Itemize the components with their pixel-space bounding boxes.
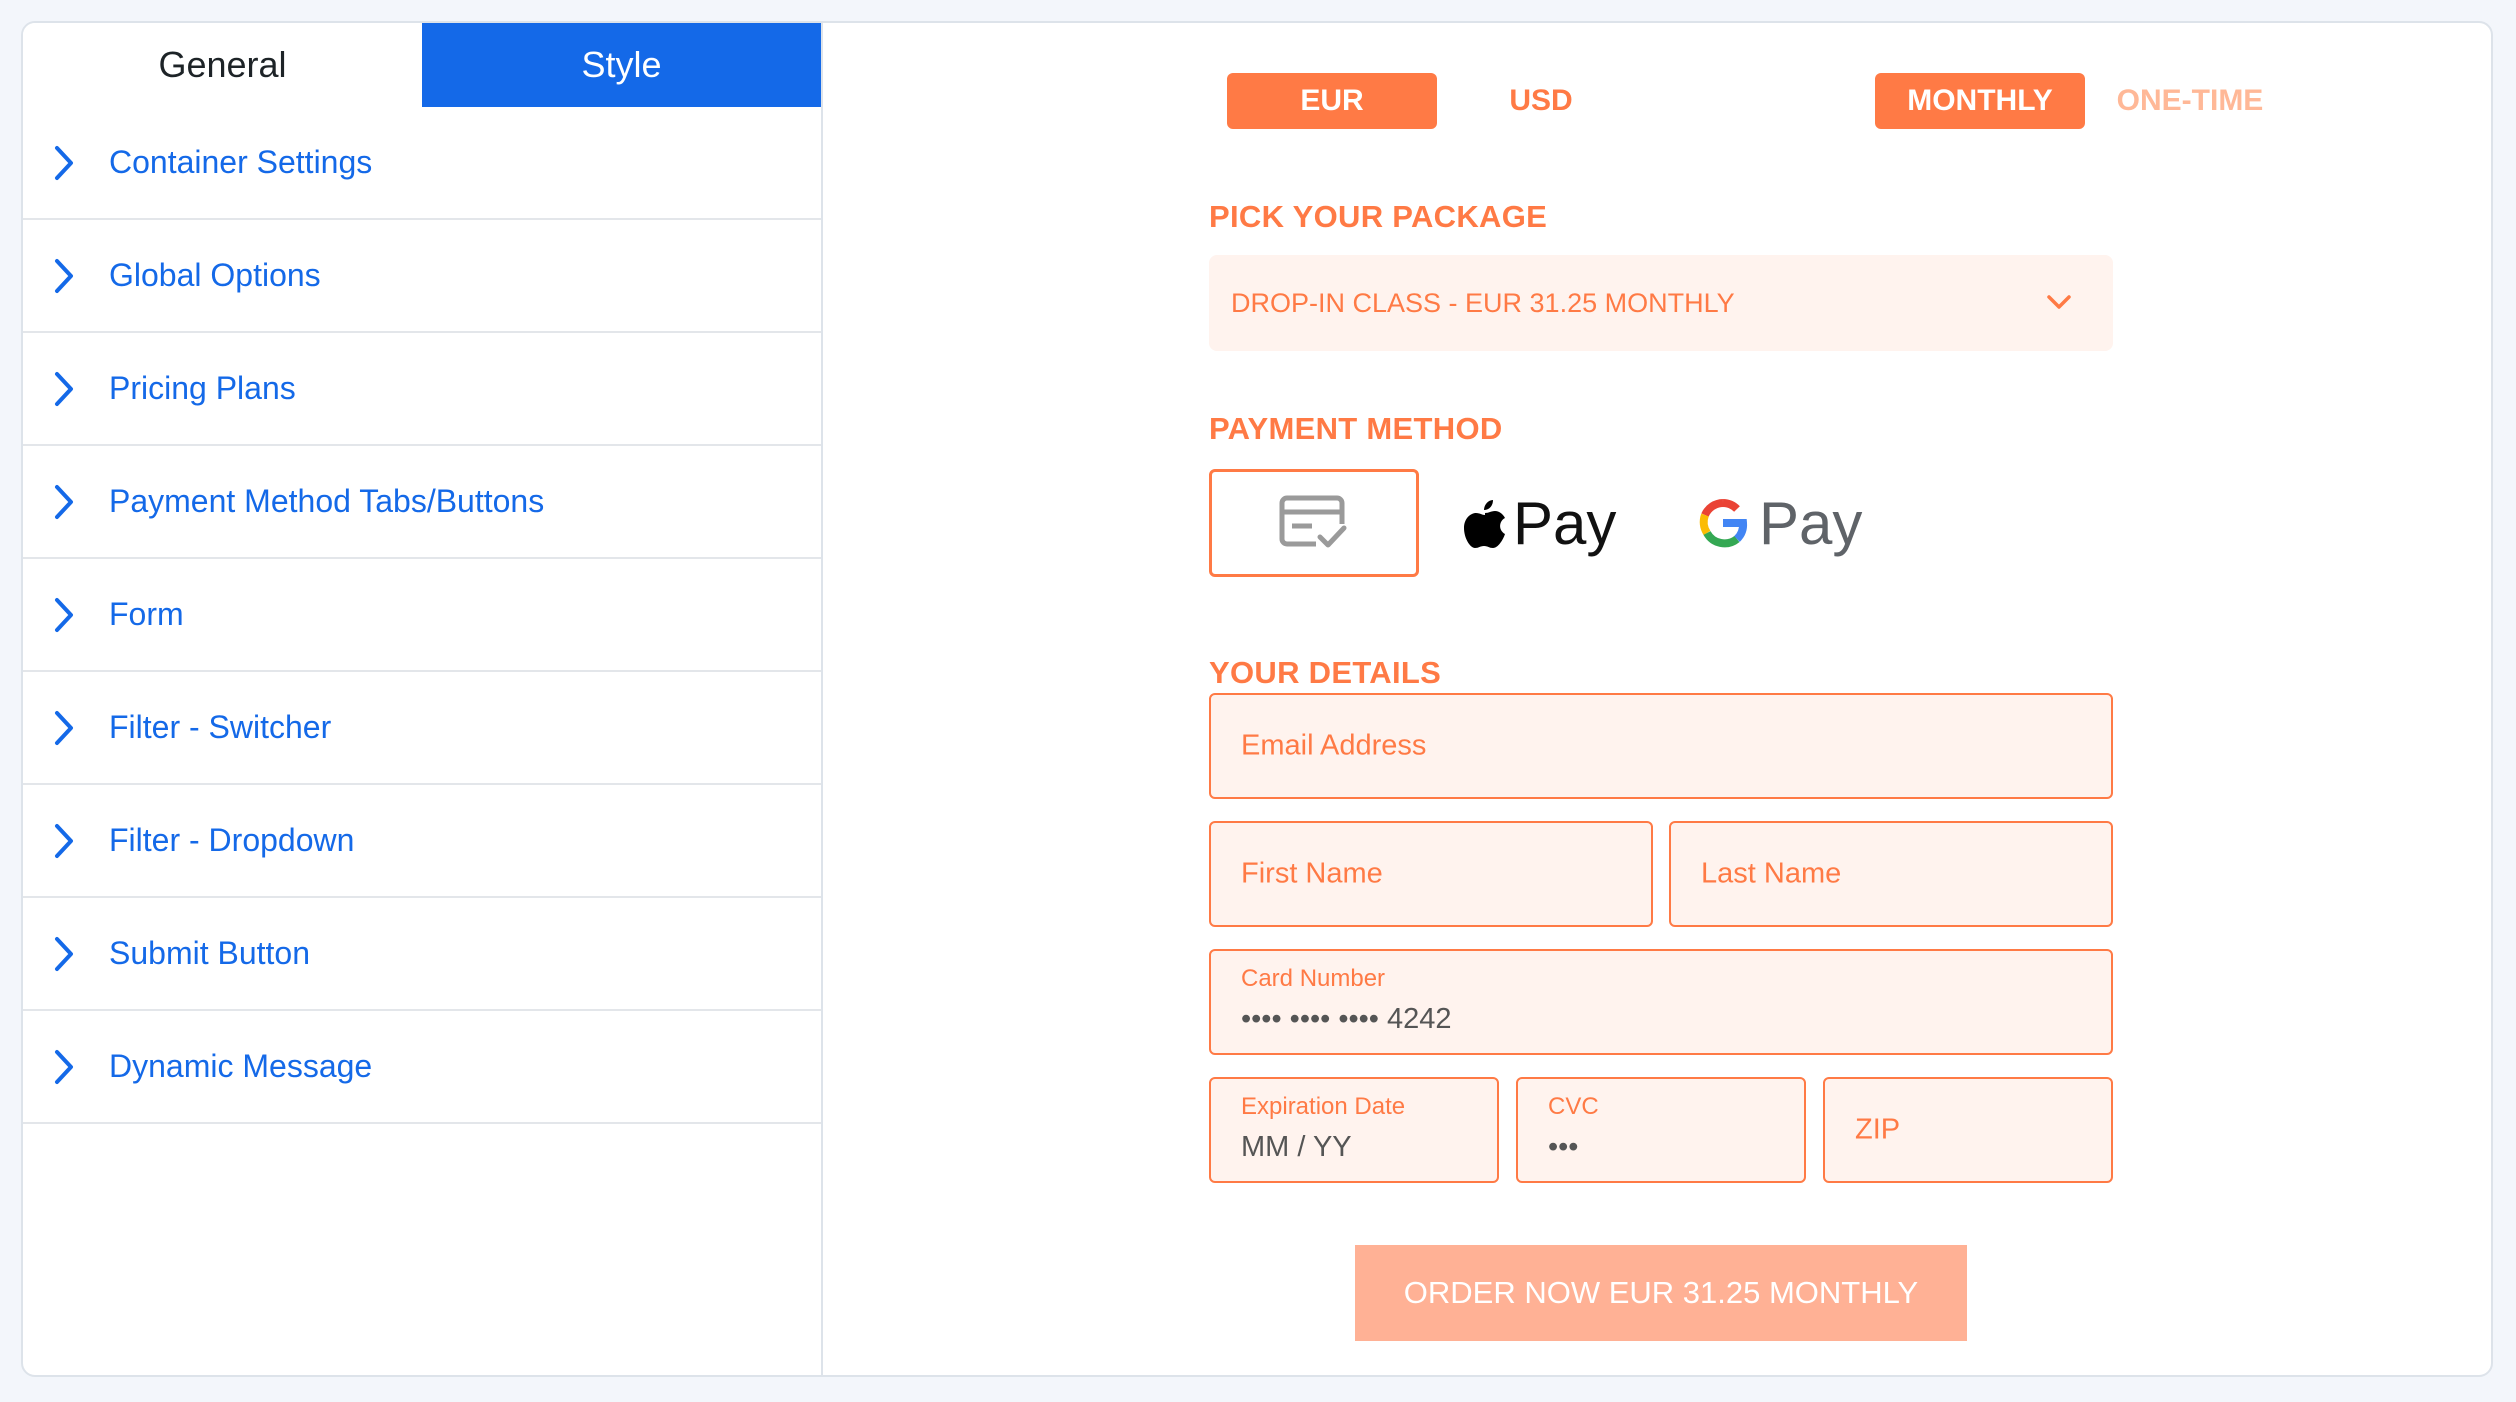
section-global-options[interactable]: Global Options <box>23 220 821 333</box>
section-submit-button[interactable]: Submit Button <box>23 898 821 1011</box>
chevron-right-icon <box>55 710 73 745</box>
first-name-field[interactable]: First Name <box>1209 821 1653 927</box>
google-pay-option[interactable]: Pay <box>1697 483 1877 563</box>
payment-form-preview: EUR USD MONTHLY ONE-TIME PICK YOUR PACKA… <box>823 23 2491 1375</box>
frequency-monthly-button[interactable]: MONTHLY <box>1875 73 2085 129</box>
section-label: Dynamic Message <box>109 1048 373 1084</box>
apple-pay-option[interactable]: Pay <box>1463 483 1643 563</box>
section-label: Form <box>109 596 184 632</box>
section-label: Payment Method Tabs/Buttons <box>109 483 545 519</box>
currency-usd-button[interactable]: USD <box>1436 73 1646 129</box>
chevron-right-icon <box>55 145 73 180</box>
chevron-down-icon <box>2047 295 2071 309</box>
google-g-icon <box>1699 499 1748 548</box>
zip-placeholder: ZIP <box>1855 1113 1901 1146</box>
tab-style[interactable]: Style <box>422 23 821 107</box>
panel-tabs: General Style <box>23 23 821 107</box>
currency-eur-button[interactable]: EUR <box>1227 73 1437 129</box>
card-number-field[interactable]: Card Number •••• •••• •••• 4242 <box>1209 949 2113 1055</box>
section-filter-switcher[interactable]: Filter - Switcher <box>23 672 821 785</box>
last-name-placeholder: Last Name <box>1701 857 1842 890</box>
section-container-settings[interactable]: Container Settings <box>23 107 821 220</box>
package-select[interactable]: DROP-IN CLASS - EUR 31.25 MONTHLY <box>1209 255 2113 351</box>
zip-field[interactable]: ZIP <box>1823 1077 2113 1183</box>
settings-panel: General Style Container Settings Global … <box>23 23 823 1375</box>
cvc-label: CVC <box>1548 1093 1599 1120</box>
apple-pay-label: Pay <box>1513 489 1617 557</box>
package-select-value: DROP-IN CLASS - EUR 31.25 MONTHLY <box>1231 287 1735 318</box>
card-payment-option[interactable] <box>1209 469 1419 577</box>
cvc-field[interactable]: CVC ••• <box>1516 1077 1806 1183</box>
first-name-placeholder: First Name <box>1241 857 1383 890</box>
frequency-one-time-button[interactable]: ONE-TIME <box>2085 73 2295 129</box>
tab-general[interactable]: General <box>23 23 422 107</box>
email-field[interactable]: Email Address <box>1209 693 2113 799</box>
card-number-value: •••• •••• •••• 4242 <box>1241 1003 1452 1035</box>
section-label: Global Options <box>109 257 321 293</box>
section-dynamic-message[interactable]: Dynamic Message <box>23 1011 821 1124</box>
editor-frame: General Style Container Settings Global … <box>21 21 2493 1377</box>
section-pricing-plans[interactable]: Pricing Plans <box>23 333 821 446</box>
cvc-value: ••• <box>1548 1131 1579 1163</box>
details-heading: YOUR DETAILS <box>1209 655 1442 690</box>
section-label: Filter - Switcher <box>109 709 332 745</box>
section-filter-dropdown[interactable]: Filter - Dropdown <box>23 785 821 898</box>
chevron-right-icon <box>55 371 73 406</box>
chevron-right-icon <box>55 823 73 858</box>
expiration-value: MM / YY <box>1241 1131 1352 1163</box>
order-now-button[interactable]: ORDER NOW EUR 31.25 MONTHLY <box>1355 1245 1967 1341</box>
section-form[interactable]: Form <box>23 559 821 672</box>
chevron-right-icon <box>55 1049 73 1084</box>
section-label: Filter - Dropdown <box>109 822 355 858</box>
section-list: Container Settings Global Options Pricin… <box>23 107 821 1124</box>
section-label: Pricing Plans <box>109 370 296 406</box>
chevron-right-icon <box>55 258 73 293</box>
chevron-right-icon <box>55 936 73 971</box>
email-placeholder: Email Address <box>1241 729 1427 762</box>
section-label: Submit Button <box>109 935 310 971</box>
expiration-label: Expiration Date <box>1241 1093 1406 1120</box>
section-label: Container Settings <box>109 144 373 180</box>
google-pay-label: Pay <box>1759 489 1863 557</box>
last-name-field[interactable]: Last Name <box>1669 821 2113 927</box>
section-payment-method-tabs[interactable]: Payment Method Tabs/Buttons <box>23 446 821 559</box>
expiration-date-field[interactable]: Expiration Date MM / YY <box>1209 1077 1499 1183</box>
payment-method-heading: PAYMENT METHOD <box>1209 411 1503 446</box>
package-heading: PICK YOUR PACKAGE <box>1209 199 1548 234</box>
card-number-label: Card Number <box>1241 965 1386 992</box>
apple-logo-icon <box>1464 500 1505 548</box>
chevron-right-icon <box>55 484 73 519</box>
credit-card-icon <box>1279 495 1347 552</box>
chevron-right-icon <box>55 597 73 632</box>
